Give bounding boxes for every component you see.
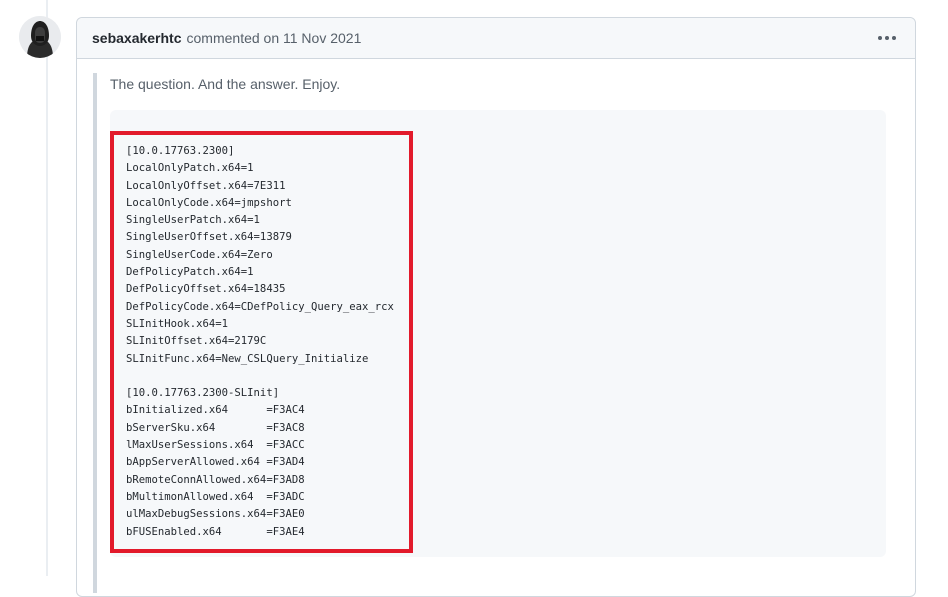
code-line: lMaxUserSessions.x64 =F3ACC bbox=[126, 439, 305, 452]
code-line: bRemoteConnAllowed.x64=F3AD8 bbox=[126, 473, 305, 486]
blockquote-bar bbox=[93, 73, 97, 593]
code-line: SLInitHook.x64=1 bbox=[126, 317, 229, 330]
code-line: SLInitOffset.x64=2179C bbox=[126, 335, 267, 348]
kebab-horizontal-icon[interactable] bbox=[877, 30, 897, 46]
hooded-figure-avatar-icon bbox=[19, 16, 61, 58]
quote-text: The question. And the answer. Enjoy. bbox=[110, 76, 341, 92]
code-line: LocalOnlyCode.x64=jmpshort bbox=[126, 196, 292, 209]
code-line: ulMaxDebugSessions.x64=F3AE0 bbox=[126, 508, 305, 521]
code-line: bAppServerAllowed.x64 =F3AD4 bbox=[126, 456, 305, 469]
code-line: SingleUserCode.x64=Zero bbox=[126, 248, 273, 261]
code-line: DefPolicyPatch.x64=1 bbox=[126, 266, 254, 279]
comment-header: sebaxakerhtc commented on 11 Nov 2021 bbox=[77, 18, 915, 59]
code-line: [10.0.17763.2300-SLInit] bbox=[126, 387, 280, 400]
timeline-line bbox=[46, 0, 48, 576]
code-line: bMultimonAllowed.x64 =F3ADC bbox=[126, 490, 305, 503]
code-line: SingleUserOffset.x64=13879 bbox=[126, 231, 292, 244]
code-line: LocalOnlyPatch.x64=1 bbox=[126, 162, 254, 175]
avatar[interactable] bbox=[19, 16, 61, 58]
code-line: DefPolicyCode.x64=CDefPolicy_Query_eax_r… bbox=[126, 300, 394, 313]
code-lines: [10.0.17763.2300] LocalOnlyPatch.x64=1 Loc… bbox=[126, 143, 394, 541]
code-line: LocalOnlyOffset.x64=7E311 bbox=[126, 179, 286, 192]
code-line: bInitialized.x64 =F3AC4 bbox=[126, 404, 305, 417]
code-line: bFUSEnabled.x64 =F3AE4 bbox=[126, 525, 305, 538]
code-line: DefPolicyOffset.x64=18435 bbox=[126, 283, 286, 296]
code-line: SingleUserPatch.x64=1 bbox=[126, 214, 260, 227]
author-link[interactable]: sebaxakerhtc bbox=[92, 30, 182, 46]
comment-meta[interactable]: commented on 11 Nov 2021 bbox=[187, 30, 362, 46]
code-line: SLInitFunc.x64=New_CSLQuery_Initialize bbox=[126, 352, 369, 365]
code-line: [10.0.17763.2300] bbox=[126, 145, 235, 157]
code-line: bServerSku.x64 =F3AC8 bbox=[126, 421, 305, 434]
